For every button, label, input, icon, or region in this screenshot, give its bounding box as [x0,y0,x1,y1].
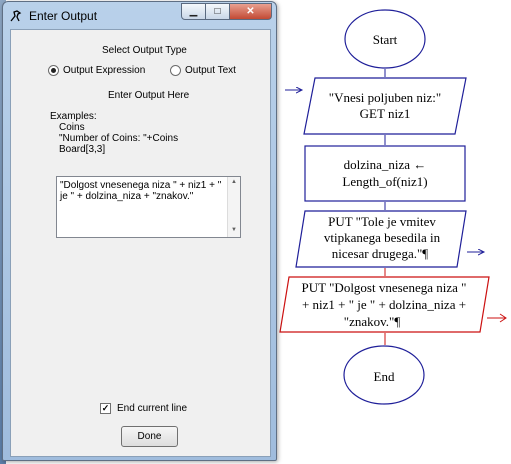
output-2-line-1: PUT "Dolgost vnesenega niza " [302,280,467,295]
dialog-title: Enter Output [29,9,98,23]
example-1: Coins [59,122,85,133]
radio-output-expression[interactable] [48,65,59,76]
end-current-line-label[interactable]: End current line [117,403,187,414]
end-label: End [374,369,395,384]
close-button[interactable]: ✕ [229,3,272,20]
input-line-2: GET niz1 [360,106,411,121]
assignment-line-2: Length_of(niz1) [342,174,427,189]
output-expression-value: "Dolgost vnesenega niza " + niz1 + " je … [60,180,225,202]
scroll-up-arrow-icon[interactable]: ▲ [231,179,237,185]
start-label: Start [373,32,398,47]
output-1-line-2: vtipkanega besedila in [324,230,441,245]
dialog-client-area: Select Output Type Output Expression Out… [10,29,271,457]
radio-output-expression-label[interactable]: Output Expression [63,65,145,76]
radio-output-text-label[interactable]: Output Text [185,65,236,76]
end-current-line-checkbox[interactable]: ✓ [100,403,111,414]
raptor-app-icon [10,10,22,22]
minimize-button[interactable]: ▁ [181,3,206,20]
output-1-line-3: nicesar drugega."¶ [332,246,428,261]
input-line-1: "Vnesi poljuben niz:" [329,90,441,105]
assignment-line-1: dolzina_niza ← [344,157,427,172]
done-button[interactable]: Done [121,426,178,447]
enter-output-dialog: Enter Output ▁ □ ✕ Select Output Type Ou… [2,1,277,461]
select-output-type-label: Select Output Type [102,45,187,56]
scroll-down-arrow-icon[interactable]: ▼ [231,227,237,233]
output-2-line-3: "znakov."¶ [344,314,401,329]
examples-heading: Examples: [50,111,97,122]
output-2-line-2: + niz1 + " je " + dolzina_niza + [302,297,466,312]
output-input-scrollbar[interactable]: ▲ ▼ [227,177,240,237]
maximize-button[interactable]: □ [205,3,230,20]
example-3: Board[3,3] [59,144,106,155]
enter-output-here-label: Enter Output Here [108,90,190,101]
radio-output-text[interactable] [170,65,181,76]
output-expression-input[interactable]: "Dolgost vnesenega niza " + niz1 + " je … [56,176,241,238]
dialog-titlebar[interactable]: Enter Output ▁ □ ✕ [3,2,276,28]
output-1-line-1: PUT "Tole je vmitev [328,214,436,229]
example-2: "Number of Coins: "+Coins [59,133,179,144]
